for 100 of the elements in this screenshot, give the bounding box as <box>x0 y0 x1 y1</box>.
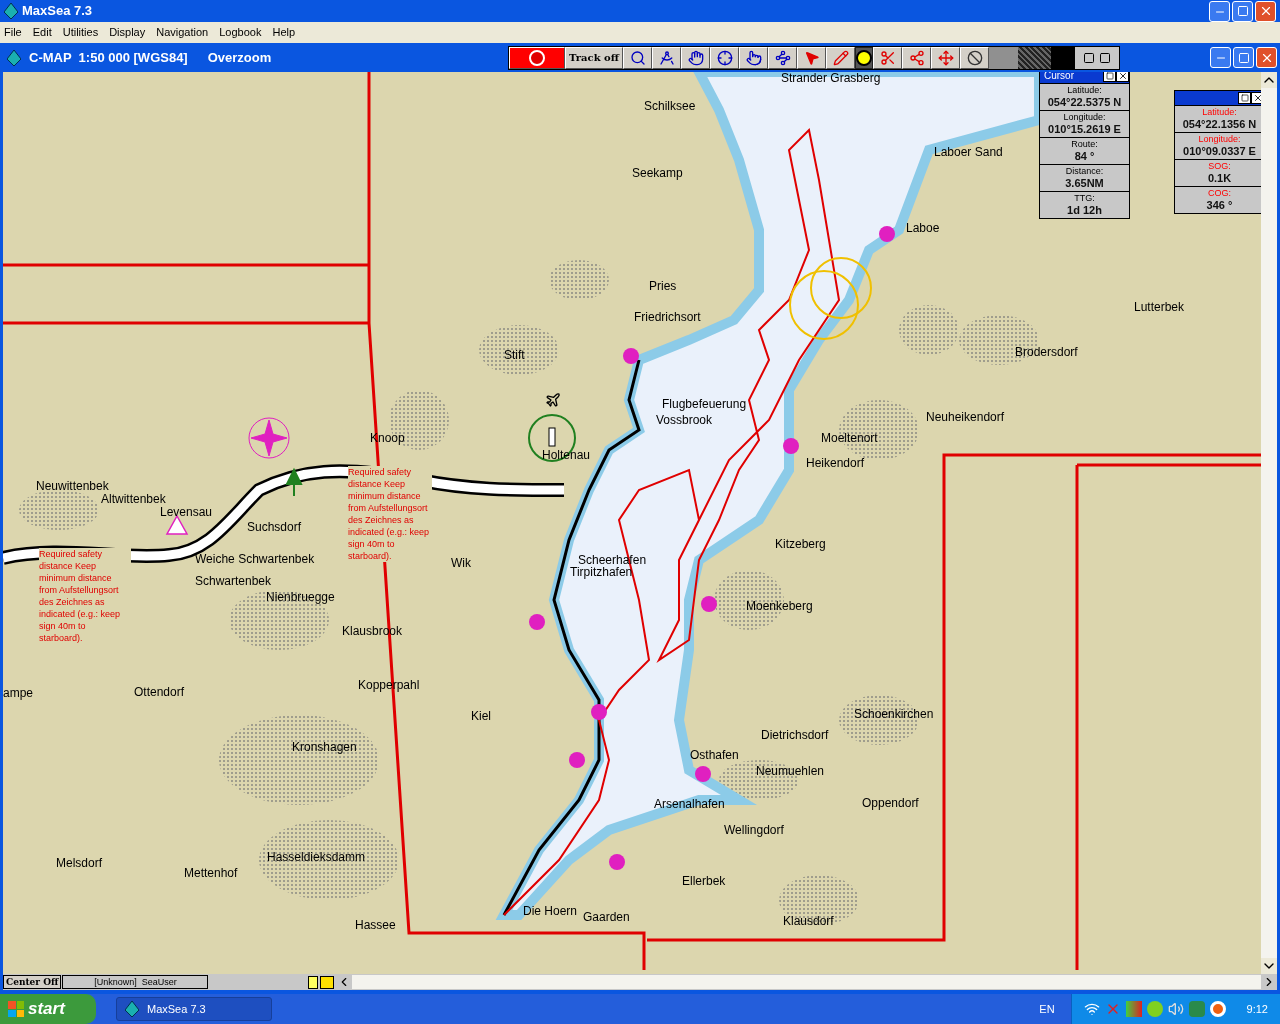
clock: 9:12 <box>1246 1001 1268 1017</box>
place-label: Nienbruegge <box>266 590 335 604</box>
place-label: Moenkeberg <box>746 599 813 613</box>
maximize-icon <box>1237 51 1250 64</box>
pencil-icon <box>832 49 849 66</box>
app-logo-icon <box>125 1001 139 1017</box>
place-label: Friedrichsort <box>634 310 701 324</box>
place-label: Laboer Sand <box>934 145 1003 159</box>
app-logo-icon <box>7 49 21 66</box>
place-label: Lutterbek <box>1134 300 1185 314</box>
place-label: Schwartenbek <box>195 574 272 588</box>
place-label: Die Hoern <box>523 904 578 918</box>
warning-icon <box>165 514 189 535</box>
place-label: Weiche Schwartenbek <box>195 552 315 566</box>
blank-tool <box>989 46 1018 69</box>
field-label: TTG: <box>1074 193 1095 204</box>
place-label: Hassee <box>355 918 396 932</box>
close-button[interactable] <box>1256 47 1277 68</box>
place-label: Kiel <box>471 709 491 723</box>
minimize-button[interactable] <box>1210 47 1231 68</box>
close-button[interactable] <box>1255 0 1276 22</box>
field-value: 3.65NM <box>1065 177 1104 190</box>
compass-rose-icon <box>248 417 290 459</box>
windows-logo-icon <box>8 1001 24 1017</box>
place-label: Wik <box>451 556 471 570</box>
safety-note: Required safety distance Keep minimum distance from Aufstellungsort des Zeichnes as indicated (e.g.: keep sign 40m to starboard). <box>348 466 432 562</box>
field-label: Distance: <box>1065 166 1104 177</box>
language-indicator[interactable]: EN <box>1039 1000 1055 1018</box>
field-value: 346 ° <box>1206 199 1233 212</box>
window-layout-tool[interactable] <box>1075 46 1119 69</box>
target-icon <box>529 49 545 66</box>
place-label: Osthafen <box>690 748 739 762</box>
field-value: 84 ° <box>1074 150 1095 163</box>
place-label: Mettenhof <box>184 866 238 880</box>
start-button[interactable]: start <box>0 994 96 1024</box>
close-icon[interactable] <box>1251 92 1261 104</box>
place-label: Schilksee <box>644 99 696 113</box>
wireless-icon[interactable] <box>1083 1001 1100 1017</box>
place-label: Pries <box>649 279 677 293</box>
center-off-button[interactable]: Center Off <box>3 975 62 989</box>
tool-button[interactable] <box>855 46 873 69</box>
place-label: Neuwittenbek <box>36 479 109 493</box>
place-label: Moeltenort <box>821 431 878 445</box>
route-icon <box>774 49 791 66</box>
pointing-hand-icon <box>745 49 762 66</box>
window-icon <box>1099 51 1111 64</box>
close-icon[interactable] <box>1116 72 1129 82</box>
ring-icon[interactable] <box>1209 1001 1226 1017</box>
menu-item[interactable]: Display <box>109 24 146 41</box>
nodes-icon <box>908 49 925 66</box>
safety-note: Required safety distance Keep minimum distance from Aufstellungsort des Zeichnes as indicated (e.g.: keep sign 40m to starboard). <box>39 548 131 644</box>
place-label: Strander Grasberg <box>781 72 881 85</box>
scroll-up-icon[interactable] <box>1261 72 1277 88</box>
airport-icon <box>545 392 561 408</box>
horizontal-scrollbar[interactable] <box>352 975 1261 989</box>
place-label: Laboe <box>906 221 940 235</box>
place-label: Flugbefeuerung <box>662 397 747 411</box>
place-label: Brodersdorf <box>1015 345 1078 359</box>
place-label: Neuheikendorf <box>926 410 1005 424</box>
taskbar-task[interactable]: MaxSea 7.3 <box>116 997 272 1021</box>
field-label: Longitude: <box>1198 134 1241 145</box>
place-label: Stift <box>504 348 525 362</box>
minimize-button[interactable] <box>1209 0 1230 22</box>
scroll-down-icon[interactable] <box>1261 958 1277 974</box>
arrow-cursor-icon <box>803 49 820 66</box>
menu-item[interactable]: Edit <box>32 24 52 41</box>
hand-icon <box>687 49 704 66</box>
crosshair-icon <box>716 49 733 66</box>
menu-item[interactable]: Navigation <box>156 24 209 41</box>
field-label: Route: <box>1071 139 1098 150</box>
place-label: Ellerbek <box>682 874 726 888</box>
menu-item[interactable]: Logbook <box>219 24 262 41</box>
place-label: Kronshagen <box>292 740 357 754</box>
vertical-scrollbar[interactable] <box>1261 72 1277 974</box>
move-icon <box>937 49 954 66</box>
place-label: Schoenkirchen <box>854 707 934 721</box>
compass-divider-icon <box>658 49 675 66</box>
maximize-button[interactable] <box>1233 47 1254 68</box>
speaker-icon[interactable] <box>1167 1001 1184 1017</box>
place-label: Klausdorf <box>783 914 834 928</box>
chart-mode: Overzoom <box>207 48 272 67</box>
app-logo-icon <box>4 3 18 19</box>
restore-icon[interactable] <box>1238 92 1251 104</box>
user-field: [Unknown] SeaUser <box>62 975 209 989</box>
field-value: 054°22.1356 N <box>1182 118 1257 131</box>
restore-icon[interactable] <box>1103 72 1116 82</box>
menu-item[interactable]: Help <box>272 24 296 41</box>
place-label: Heikendorf <box>806 456 865 470</box>
window-title: MaxSea 7.3 <box>22 2 93 21</box>
chart-title: C-MAP 1:50 000 [WGS84] <box>29 48 188 67</box>
field-value: 010°15.2619 E <box>1048 123 1121 136</box>
place-label: Altwittenbek <box>101 492 166 506</box>
place-label: Oppendorf <box>862 796 919 810</box>
field-label: Latitude: <box>1067 85 1102 96</box>
place-label: ampe <box>3 686 34 700</box>
maximize-button[interactable] <box>1232 0 1253 22</box>
hatched-tool <box>1018 46 1051 69</box>
menu-item[interactable]: File <box>4 24 22 41</box>
track-button[interactable]: Track off <box>565 46 623 69</box>
menu-item[interactable]: Utilities <box>62 24 99 41</box>
